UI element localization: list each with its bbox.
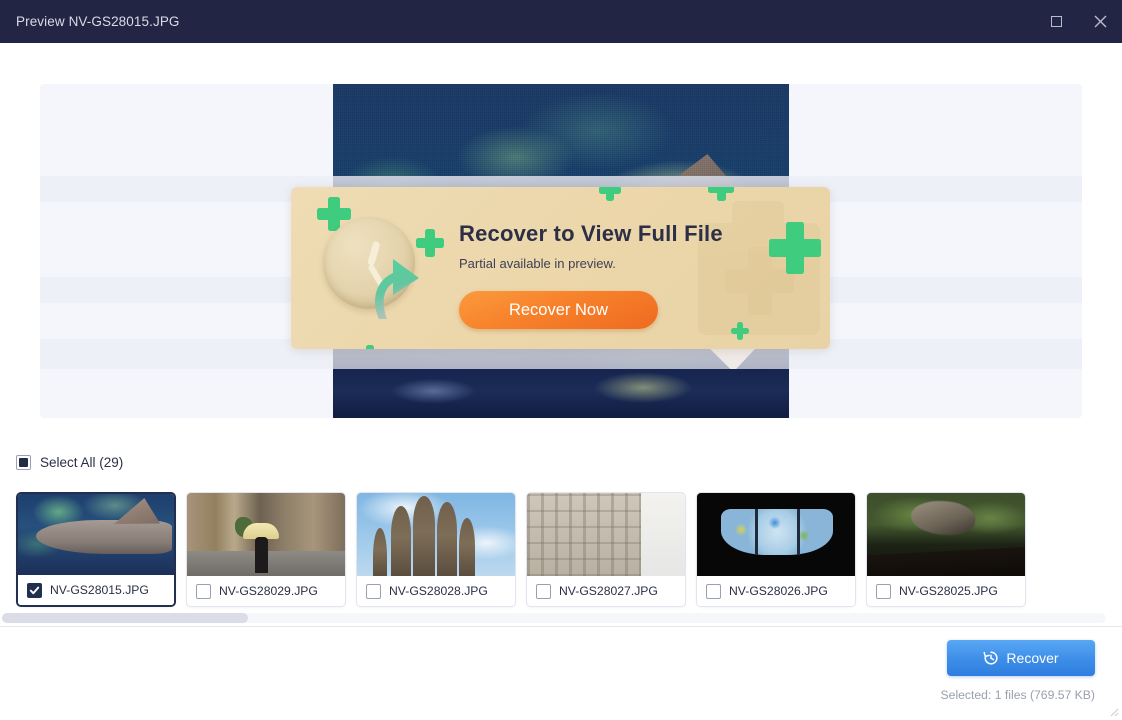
maximize-button[interactable] <box>1034 0 1078 43</box>
close-icon <box>1094 15 1106 28</box>
preview-letterbox-right <box>789 84 1082 418</box>
promo-subtitle: Partial available in preview. <box>459 256 616 271</box>
thumbnail-item[interactable]: NV-GS28027.JPG <box>526 492 686 607</box>
green-cross-icon <box>731 322 749 340</box>
thumbnail-item[interactable]: NV-GS28026.JPG <box>696 492 856 607</box>
thumbnail-checkbox[interactable] <box>706 583 721 599</box>
thumbnail-footer: NV-GS28015.JPG <box>18 575 174 605</box>
thumbnail-item[interactable]: NV-GS28025.JPG <box>866 492 1026 607</box>
thumbnail-image <box>187 493 345 576</box>
thumbnail-image <box>867 493 1025 576</box>
thumbnail-label: NV-GS28026.JPG <box>729 584 828 598</box>
thumbnail-item[interactable]: NV-GS28015.JPG <box>16 492 176 607</box>
recover-promo-banner: Recover to View Full File Partial availa… <box>291 187 830 349</box>
thumbnail-checkbox[interactable] <box>27 582 42 598</box>
check-icon <box>29 586 40 594</box>
thumbnail-image <box>357 493 515 576</box>
recover-now-button[interactable]: Recover Now <box>459 291 658 329</box>
preview-letterbox-left <box>40 84 333 418</box>
recover-button[interactable]: Recover <box>947 640 1095 676</box>
thumbnail-image <box>697 493 855 576</box>
maximize-icon <box>1050 16 1062 27</box>
close-button[interactable] <box>1078 0 1122 43</box>
title-bar: Preview NV-GS28015.JPG <box>0 0 1122 43</box>
horizontal-scrollbar-track[interactable] <box>2 613 1106 623</box>
thumbnail-item[interactable]: NV-GS28029.JPG <box>186 492 346 607</box>
window-title: Preview NV-GS28015.JPG <box>16 14 180 29</box>
select-all-label: Select All (29) <box>40 455 124 470</box>
thumbnail-footer: NV-GS28029.JPG <box>187 576 345 606</box>
thumbnail-checkbox[interactable] <box>536 583 551 599</box>
green-cross-icon <box>769 222 821 274</box>
thumbnail-label: NV-GS28027.JPG <box>559 584 658 598</box>
window-controls <box>1034 0 1122 43</box>
green-cross-icon <box>708 187 734 201</box>
promo-text-block: Recover to View Full File Partial availa… <box>459 221 723 271</box>
horizontal-scrollbar-thumb[interactable] <box>2 613 248 623</box>
select-all-row[interactable]: Select All (29) <box>16 455 123 470</box>
green-cross-icon <box>599 187 621 201</box>
recover-button-label: Recover <box>1006 650 1059 666</box>
thumbnail-strip[interactable]: NV-GS28015.JPG NV-GS28029.JPG NV-GS28028… <box>16 492 1106 608</box>
thumbnail-label: NV-GS28015.JPG <box>50 583 149 597</box>
resize-grip-icon[interactable] <box>1109 707 1119 717</box>
preview-window: Preview NV-GS28015.JPG Recover to View F… <box>0 0 1122 720</box>
thumbnail-item[interactable]: NV-GS28028.JPG <box>356 492 516 607</box>
thumbnail-label: NV-GS28025.JPG <box>899 584 998 598</box>
promo-title: Recover to View Full File <box>459 221 723 246</box>
thumbnail-label: NV-GS28029.JPG <box>219 584 318 598</box>
selection-status: Selected: 1 files (769.57 KB) <box>940 688 1095 702</box>
thumbnail-footer: NV-GS28027.JPG <box>527 576 685 606</box>
thumbnail-footer: NV-GS28028.JPG <box>357 576 515 606</box>
thumbnail-checkbox[interactable] <box>876 583 891 599</box>
select-all-checkbox[interactable] <box>16 455 31 470</box>
thumbnail-image <box>527 493 685 576</box>
preview-photo-lower <box>333 369 789 418</box>
thumbnail-label: NV-GS28028.JPG <box>389 584 488 598</box>
thumbnail-image <box>18 494 174 575</box>
thumbnail-checkbox[interactable] <box>366 583 381 599</box>
thumbnail-footer: NV-GS28025.JPG <box>867 576 1025 606</box>
thumbnail-checkbox[interactable] <box>196 583 211 599</box>
restore-clock-icon <box>323 217 427 321</box>
restore-arrow-icon <box>375 259 419 319</box>
history-restore-icon <box>983 651 998 665</box>
footer-divider <box>0 626 1122 627</box>
thumbnail-footer: NV-GS28026.JPG <box>697 576 855 606</box>
green-cross-icon <box>359 345 381 349</box>
